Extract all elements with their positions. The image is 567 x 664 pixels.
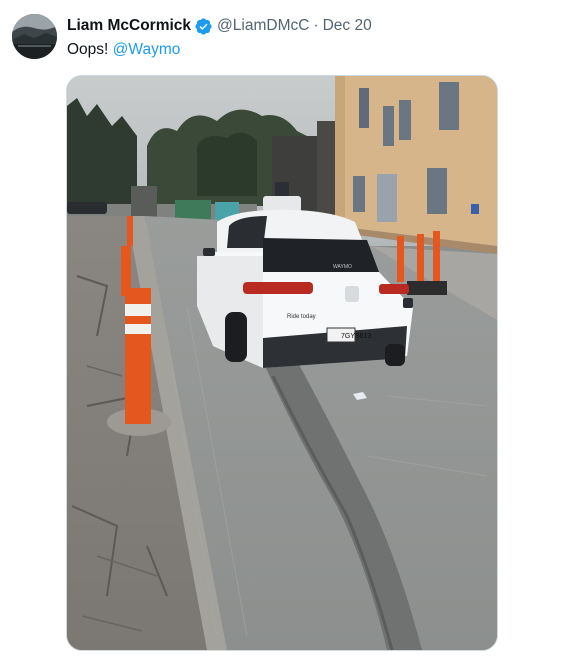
profile-photo-icon: [12, 14, 57, 59]
handle[interactable]: @LiamDMcC: [217, 17, 309, 35]
tweet[interactable]: Liam McCormick @LiamDMcC · Dec 20 Oops! …: [0, 0, 567, 664]
tweet-text-prefix: Oops!: [67, 41, 113, 58]
tweet-text: Oops! @Waymo: [67, 40, 180, 60]
license-plate-text: 7GYS613: [341, 333, 371, 340]
display-name[interactable]: Liam McCormick: [67, 17, 191, 35]
mention-link[interactable]: @Waymo: [113, 41, 181, 58]
car-sticker-text: Ride today: [287, 314, 316, 320]
car-brand-text: WAYMO: [333, 264, 352, 270]
verified-badge-icon[interactable]: [194, 17, 213, 36]
separator-dot: ·: [313, 17, 319, 34]
photo-icon: 7GYS613 Ride today WAYMO: [67, 76, 497, 650]
tweet-date[interactable]: Dec 20: [323, 17, 372, 35]
avatar[interactable]: [12, 14, 57, 59]
tweet-photo[interactable]: 7GYS613 Ride today WAYMO: [66, 75, 498, 651]
tweet-header: Liam McCormick @LiamDMcC · Dec 20: [67, 15, 372, 37]
